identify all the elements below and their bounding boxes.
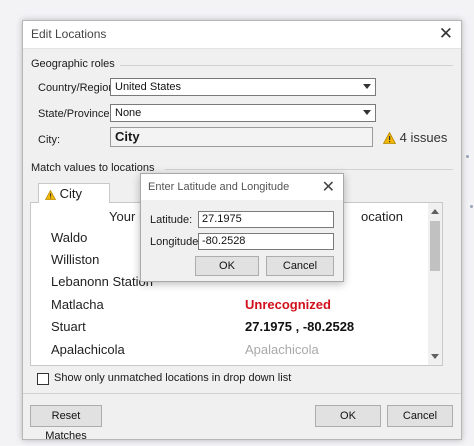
table-row-your-data[interactable]: Lebanonn Station <box>51 274 153 289</box>
table-row-location[interactable]: Apalachicola <box>245 342 319 357</box>
state-select[interactable]: None <box>110 104 376 122</box>
country-select[interactable]: United States <box>110 78 376 96</box>
scroll-up-icon[interactable] <box>431 209 439 214</box>
table-row-location[interactable]: Unrecognized <box>245 297 331 312</box>
ok-button[interactable]: OK <box>315 405 381 427</box>
scroll-down-icon[interactable] <box>431 354 439 359</box>
section-divider <box>165 169 453 170</box>
issues-indicator[interactable]: 4 issues <box>383 130 447 145</box>
city-label: City: <box>38 134 60 146</box>
tab-city[interactable]: City <box>38 183 110 203</box>
warning-icon <box>45 190 56 200</box>
country-select-value: United States <box>115 81 182 93</box>
dialog-title: Edit Locations <box>31 27 107 41</box>
chevron-down-icon <box>363 110 371 115</box>
section-divider <box>120 65 453 66</box>
column-header-location: ocation <box>361 209 403 224</box>
dialog-titlebar: Edit Locations ✕ <box>23 21 461 49</box>
latlong-ok-button[interactable]: OK <box>195 256 259 276</box>
table-row-your-data[interactable]: Waldo <box>51 230 87 245</box>
close-icon[interactable]: ✕ <box>439 24 453 44</box>
show-unmatched-label[interactable]: Show only unmatched locations in drop do… <box>54 372 291 384</box>
longitude-field[interactable]: -80.2528 <box>198 233 334 250</box>
state-label: State/Province: <box>38 108 113 120</box>
table-scrollbar[interactable] <box>428 203 442 365</box>
table-row-your-data[interactable]: Matlacha <box>51 297 104 312</box>
footer-divider <box>23 393 461 394</box>
latlong-titlebar: Enter Latitude and Longitude ✕ <box>141 174 343 200</box>
table-row-your-data[interactable]: Apalachicola <box>51 342 125 357</box>
match-values-label: Match values to locations <box>31 162 155 174</box>
close-icon[interactable]: ✕ <box>322 177 335 197</box>
decorative-dot <box>470 205 473 208</box>
cancel-button[interactable]: Cancel <box>387 405 453 427</box>
country-label: Country/Region: <box>38 82 118 94</box>
issues-count: 4 issues <box>399 130 448 145</box>
tab-city-label: City <box>59 186 83 201</box>
show-unmatched-checkbox[interactable] <box>37 373 49 385</box>
table-row-location[interactable]: 27.1975 , -80.2528 <box>245 319 354 334</box>
city-field: City <box>110 127 373 147</box>
state-select-value: None <box>115 107 142 119</box>
latlong-cancel-button[interactable]: Cancel <box>266 256 334 276</box>
geographic-roles-label: Geographic roles <box>31 58 115 70</box>
latlong-title: Enter Latitude and Longitude <box>148 181 290 193</box>
longitude-label: Longitude: <box>150 236 202 248</box>
latitude-label: Latitude: <box>150 214 193 226</box>
decorative-dot <box>466 155 469 158</box>
latitude-field[interactable]: 27.1975 <box>198 211 334 228</box>
chevron-down-icon <box>363 84 371 89</box>
scroll-thumb[interactable] <box>430 221 440 271</box>
warning-icon <box>383 132 396 144</box>
table-row-your-data[interactable]: Williston <box>51 252 99 267</box>
latlong-dialog: Enter Latitude and Longitude ✕ Latitude:… <box>140 173 344 282</box>
table-row-your-data[interactable]: Stuart <box>51 319 86 334</box>
reset-matches-button[interactable]: Reset Matches <box>30 405 102 442</box>
